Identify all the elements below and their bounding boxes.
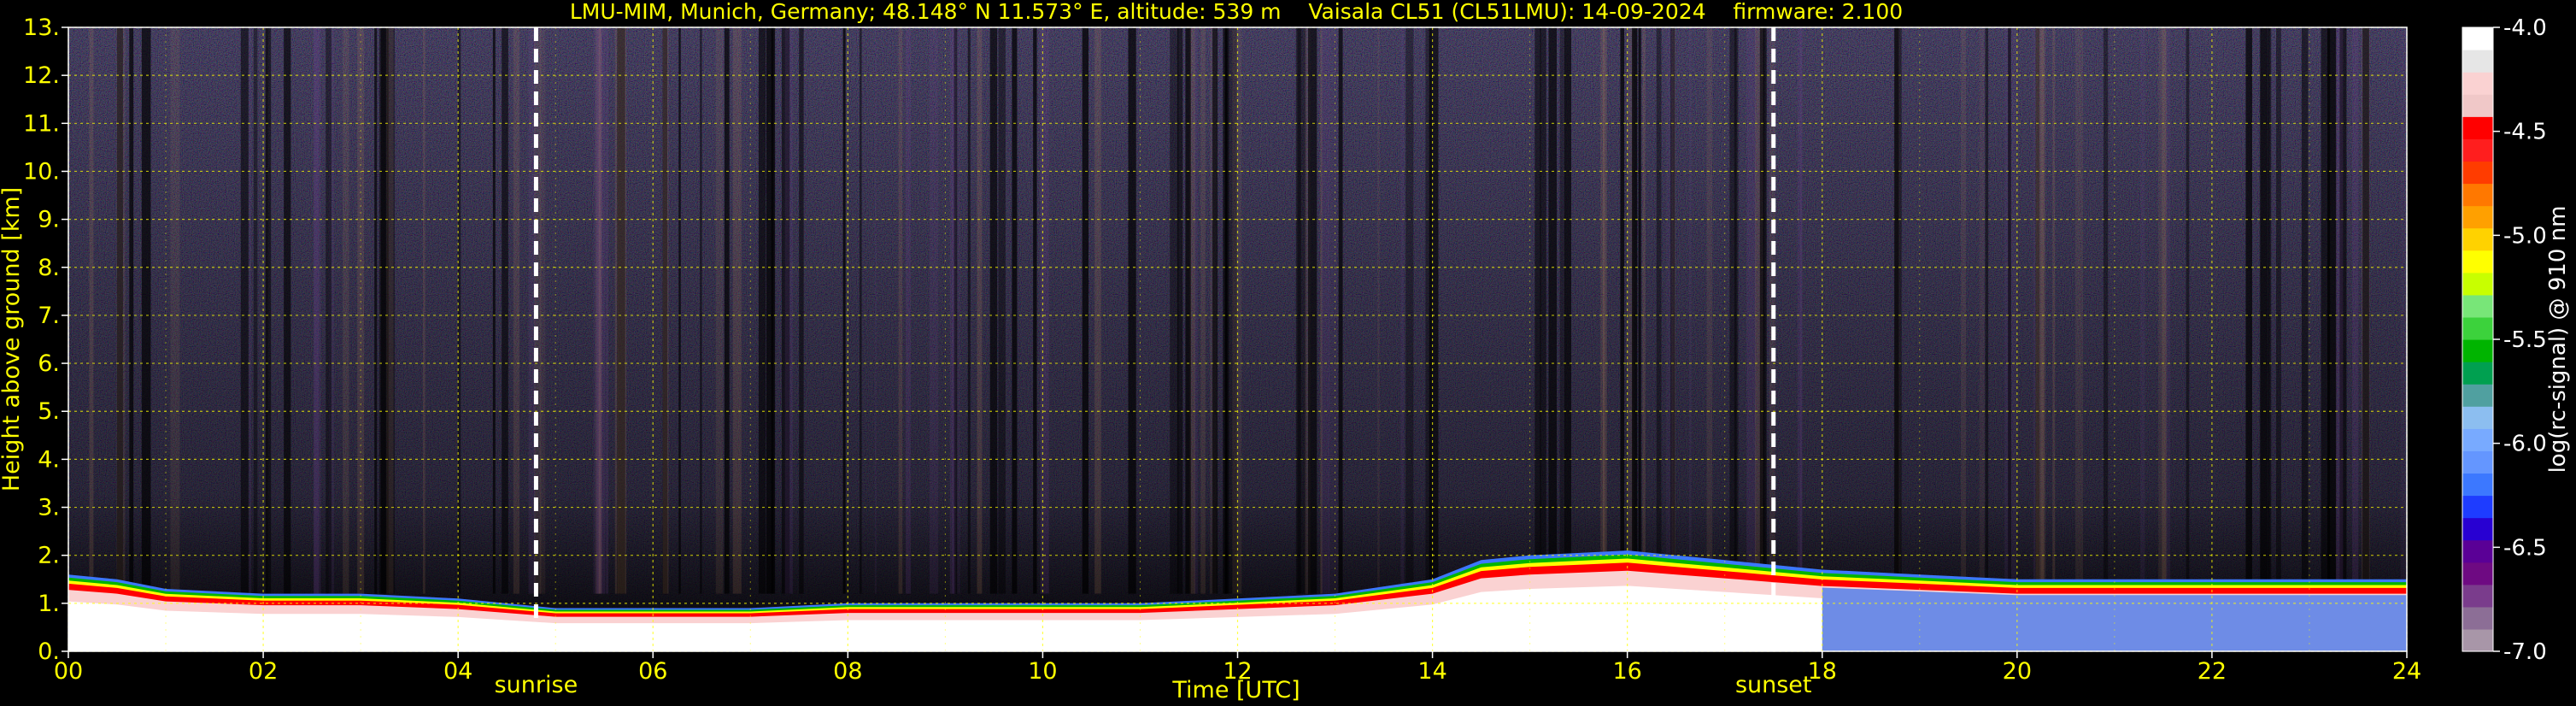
y-tick-label: 8. bbox=[38, 255, 60, 281]
colorbar-segment bbox=[2462, 294, 2493, 318]
colorbar-segment bbox=[2462, 517, 2493, 541]
x-tick-label: 08 bbox=[833, 658, 862, 685]
colorbar-segment bbox=[2462, 272, 2493, 296]
colorbar-segment bbox=[2462, 495, 2493, 519]
y-tick-label: 11. bbox=[23, 110, 60, 137]
y-tick-label: 7. bbox=[38, 303, 60, 329]
colorbar-segment bbox=[2462, 406, 2493, 429]
colorbar-tick-label: -4.0 bbox=[2503, 15, 2547, 41]
colorbar-segment bbox=[2462, 539, 2493, 563]
colorbar-segment bbox=[2462, 72, 2493, 95]
x-tick-label: 14 bbox=[1417, 658, 1446, 685]
y-tick-label: 9. bbox=[38, 207, 60, 233]
colorbar-segment bbox=[2462, 94, 2493, 117]
colorbar-segment bbox=[2462, 450, 2493, 474]
colorbar-tick-label: -7.0 bbox=[2503, 639, 2547, 665]
x-tick-label: 02 bbox=[249, 658, 278, 685]
y-tick-label: 12. bbox=[23, 62, 60, 89]
colorbar-segment bbox=[2462, 250, 2493, 274]
y-tick-label: 5. bbox=[38, 398, 60, 425]
x-tick-label: 18 bbox=[1808, 658, 1837, 685]
colorbar-segment bbox=[2462, 205, 2493, 229]
colorbar-tick-label: -6.0 bbox=[2503, 432, 2547, 457]
y-axis-label: Height above ground [km] bbox=[0, 187, 25, 491]
x-tick-label: 24 bbox=[2392, 658, 2421, 685]
colorbar-segment bbox=[2462, 362, 2493, 385]
sunset-label: sunset bbox=[1735, 672, 1812, 698]
colorbar-segment bbox=[2462, 562, 2493, 585]
y-tick-label: 1. bbox=[38, 591, 60, 617]
x-tick-label: 20 bbox=[2003, 658, 2032, 685]
colorbar-segment bbox=[2462, 584, 2493, 608]
colorbar-segment bbox=[2462, 316, 2493, 340]
y-tick-label: 2. bbox=[38, 543, 60, 569]
x-tick-label: 10 bbox=[1028, 658, 1057, 685]
colorbar-tick-label: -5.0 bbox=[2503, 223, 2547, 249]
colorbar-segment bbox=[2462, 428, 2493, 451]
x-tick-label: 16 bbox=[1612, 658, 1641, 685]
y-tick-label: 0. bbox=[38, 638, 60, 665]
ceilometer-chart: sunrise sunset 00 02 04 06 08 10 12 14 16 18 20 22 24… bbox=[0, 0, 2571, 703]
x-axis-label: Time [UTC] bbox=[1171, 677, 1300, 703]
colorbar-segment bbox=[2462, 183, 2493, 207]
y-tick-label: 4. bbox=[38, 446, 60, 473]
y-tick-label: 6. bbox=[38, 350, 60, 377]
colorbar-label: log(rc-signal) @ 910 nm bbox=[2545, 206, 2571, 474]
colorbar-segment bbox=[2462, 339, 2493, 362]
colorbar: -4.0 -4.5 -5.0 -5.5 -6.0 -6.5 -7.0 bbox=[2462, 15, 2547, 665]
colorbar-segment bbox=[2462, 227, 2493, 251]
colorbar-segment bbox=[2462, 473, 2493, 497]
x-tick-label: 04 bbox=[443, 658, 472, 685]
colorbar-segment bbox=[2462, 116, 2493, 139]
colorbar-segment bbox=[2462, 606, 2493, 630]
y-tick-label: 10. bbox=[23, 158, 60, 185]
colorbar-segment bbox=[2462, 27, 2493, 50]
colorbar-tick-label: -6.5 bbox=[2503, 535, 2547, 561]
colorbar-tick-label: -5.5 bbox=[2503, 327, 2547, 353]
colorbar-segment bbox=[2462, 50, 2493, 73]
sunrise-label: sunrise bbox=[495, 672, 578, 698]
y-ticks: 0. 1. 2. 3. 4. 5. 6. 7. 8. 9. 10. 11. 12. 13. bbox=[23, 15, 68, 665]
y-tick-label: 13. bbox=[23, 15, 60, 41]
x-tick-label: 06 bbox=[638, 658, 667, 685]
chart-title: LMU-MIM, Munich, Germany; 48.148° N 11.5… bbox=[570, 0, 1903, 24]
colorbar-segment bbox=[2462, 138, 2493, 162]
y-tick-label: 3. bbox=[38, 495, 60, 521]
colorbar-segment bbox=[2462, 161, 2493, 185]
colorbar-tick-label: -4.5 bbox=[2503, 120, 2547, 145]
colorbar-segment bbox=[2462, 628, 2493, 652]
colorbar-segment bbox=[2462, 384, 2493, 407]
x-tick-label: 22 bbox=[2198, 658, 2227, 685]
